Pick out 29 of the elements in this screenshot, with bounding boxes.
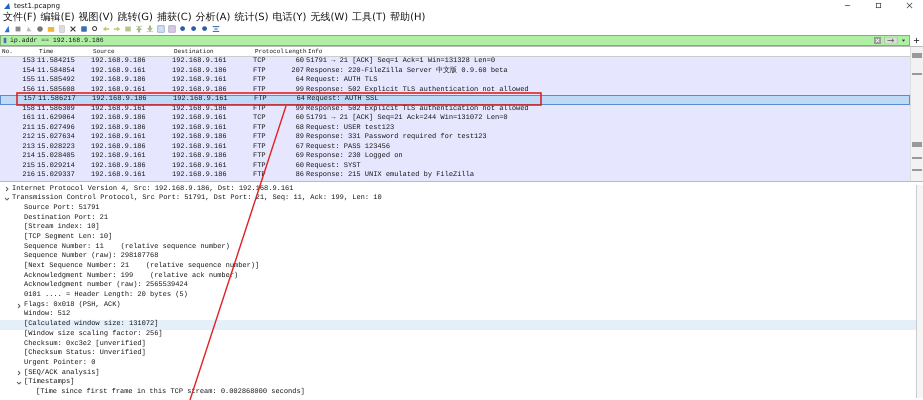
expanded-chevron-icon[interactable]	[16, 380, 22, 386]
maximize-icon[interactable]	[875, 2, 882, 9]
scrollbar[interactable]	[916, 184, 923, 398]
apply-arrow-icon[interactable]	[884, 37, 898, 44]
dropdown-caret-icon[interactable]	[901, 37, 906, 44]
close-icon[interactable]	[906, 2, 913, 9]
fin-tool-icon[interactable]	[3, 25, 11, 33]
menu-item[interactable]: 电话(Y)	[272, 12, 306, 22]
stop-tool-icon[interactable]	[14, 25, 22, 33]
menu-item[interactable]: 编辑(E)	[40, 12, 75, 22]
expanded-chevron-icon[interactable]	[4, 196, 10, 202]
menu-item[interactable]: 工具(T)	[352, 12, 386, 22]
add-icon[interactable]	[913, 37, 920, 44]
menu-item[interactable]: 视图(V)	[78, 12, 114, 22]
menu-item[interactable]: 跳转(G)	[117, 12, 153, 22]
menu-item[interactable]: 捕获(C)	[156, 12, 192, 22]
minimize-icon[interactable]	[844, 2, 851, 9]
close-tool-icon[interactable]	[69, 25, 77, 33]
app-logo-icon	[3, 2, 11, 10]
menu-item[interactable]: 统计(S)	[234, 12, 269, 22]
menu-item[interactable]: 无线(W)	[310, 12, 348, 22]
clear-icon[interactable]	[874, 37, 881, 44]
scrollbar[interactable]	[910, 47, 923, 180]
menu-item[interactable]: 帮助(H)	[390, 12, 426, 22]
collapsed-chevron-icon[interactable]	[16, 370, 22, 376]
menu-item[interactable]: 分析(A)	[196, 12, 230, 22]
menu-item[interactable]: 文件(F)	[3, 12, 37, 22]
collapsed-chevron-icon[interactable]	[16, 302, 22, 309]
collapsed-chevron-icon[interactable]	[4, 186, 10, 192]
